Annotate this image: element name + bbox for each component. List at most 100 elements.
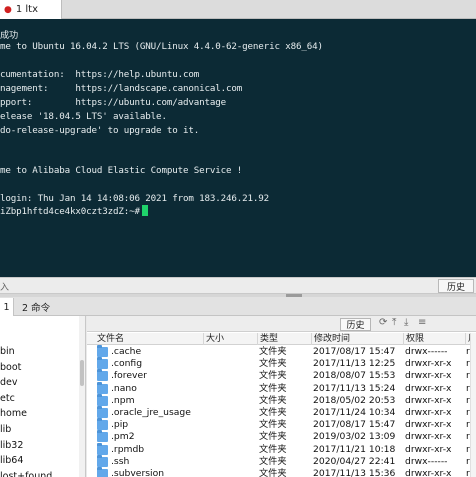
cell-perm: drwxr-xr-x (405, 407, 452, 418)
tab-commands[interactable]: 2 命令 (16, 298, 64, 316)
file-browser: 历史 ⟳ ⤒ ⤓ ≡ 文件名 大小 类型 修改时间 权限 用户 .cache文件… (87, 316, 476, 477)
table-row[interactable]: .nano文件夹2017/11/13 15:24drwxr-xr-xroo (87, 381, 476, 395)
cell-perm: drwxr-xr-x (405, 468, 452, 477)
terminal-line: 成功 (0, 30, 19, 41)
folder-icon (97, 467, 108, 477)
folder-icon (97, 442, 108, 455)
tab-files[interactable]: 1 (0, 298, 14, 316)
cell-name: .rpmdb (111, 443, 145, 455)
cell-perm: drwxr-xr-x (405, 419, 452, 431)
cell-name: .config (111, 358, 143, 370)
folder-icon (97, 369, 108, 382)
cell-type: 文件夹 (259, 358, 287, 370)
more-icon[interactable]: ≡ (418, 317, 426, 328)
cell-perm: drwx------ (405, 455, 448, 467)
tree-item[interactable]: etc (0, 393, 15, 404)
folder-icon (97, 345, 108, 357)
table-row[interactable]: .pm2文件夹2019/03/02 13:09drwxr-xr-xroo (87, 430, 476, 443)
col-mtime[interactable]: 修改时间 (311, 333, 403, 345)
table-row[interactable]: .pip文件夹2017/08/17 15:47drwxr-xr-xroo (87, 418, 476, 431)
tree-item[interactable]: lib32 (0, 440, 23, 451)
cell-mtime: 2019/03/02 13:09 (313, 431, 396, 443)
tree-item[interactable]: lib64 (0, 455, 23, 466)
cell-type: 文件夹 (259, 382, 287, 394)
col-type[interactable]: 类型 (257, 333, 311, 345)
col-perm[interactable]: 权限 (403, 333, 465, 345)
table-row[interactable]: .ssh文件夹2020/04/27 22:41drwx------roo (87, 454, 476, 468)
cell-mtime: 2017/11/13 15:24 (313, 382, 396, 394)
cell-name: .pm2 (111, 431, 135, 443)
folder-icon (97, 418, 108, 431)
cell-perm: drwx------ (405, 346, 448, 357)
cell-name: .nano (111, 382, 137, 394)
table-row[interactable]: .forever文件夹2018/08/07 15:53drwxr-xr-xroo (87, 369, 476, 382)
session-tab[interactable]: ● 1 ltx (0, 0, 62, 19)
cell-size (205, 444, 257, 456)
col-name[interactable]: 文件名 (95, 333, 203, 345)
terminal-cursor (141, 205, 148, 216)
cell-mtime: 2017/11/13 12:25 (313, 358, 396, 370)
refresh-icon[interactable]: ⟳ (379, 317, 387, 328)
cell-perm: drwxr-xr-x (405, 394, 452, 406)
cell-size (205, 468, 257, 477)
file-list: .cache文件夹2017/08/17 15:47drwx------roo.c… (87, 345, 476, 477)
folder-icon (97, 430, 108, 443)
file-list-scrollbar[interactable] (470, 333, 476, 477)
cell-size (205, 346, 257, 358)
terminal-output[interactable]: 成功 me to Ubuntu 16.04.2 LTS (GNU/Linux 4.… (0, 19, 476, 277)
cell-type: 文件夹 (259, 419, 287, 431)
cell-mtime: 2020/04/27 22:41 (313, 455, 396, 467)
cell-name: .ssh (111, 455, 130, 467)
cell-size (205, 456, 257, 468)
cell-mtime: 2017/11/24 10:34 (313, 407, 396, 418)
file-history-button[interactable]: 历史 (340, 318, 371, 331)
cell-name: .pip (111, 419, 129, 431)
terminal-history-button[interactable]: 历史 (438, 279, 474, 293)
table-row[interactable]: .oracle_jre_usage 文件夹 2017/11/24 10:34 drwx… (87, 406, 476, 419)
folder-icon (97, 454, 108, 467)
cell-perm: drwxr-xr-x (405, 358, 452, 370)
table-row[interactable]: .rpmdb文件夹2017/11/21 10:18drwxr-xr-xroo (87, 442, 476, 456)
terminal-line: elease '18.04.5 LTS' available. (0, 111, 167, 122)
tree-scrollbar[interactable] (79, 316, 85, 477)
file-toolbar: 历史 ⟳ ⤒ ⤓ ≡ (87, 316, 476, 332)
tree-item[interactable]: lib (0, 424, 11, 435)
session-tab-bar: ● 1 ltx (0, 0, 476, 19)
cell-mtime: 2017/08/17 15:47 (313, 419, 396, 431)
folder-tree[interactable]: bin boot dev etc home lib lib32 lib64 lost+found… (0, 316, 86, 477)
file-table-header: 文件名 大小 类型 修改时间 权限 用户 (87, 333, 476, 345)
download-icon[interactable]: ⤓ (404, 317, 408, 328)
tree-item[interactable]: lost+found (0, 471, 52, 477)
cell-name: .oracle_jre_usage (111, 407, 191, 418)
col-size[interactable]: 大小 (203, 333, 257, 345)
terminal-line: do-release-upgrade' to upgrade to it. (0, 125, 200, 136)
cell-type: 文件夹 (259, 431, 287, 443)
cell-type: 文件夹 (259, 394, 287, 406)
cell-size (205, 370, 257, 382)
terminal-line: pport: https://ubuntu.com/advantage (0, 97, 227, 108)
table-row[interactable]: .subversion 文件夹 2017/11/13 15:36 drwxr-xr-x… (87, 467, 476, 477)
cell-size (205, 419, 257, 431)
cell-size (205, 358, 257, 370)
terminal-line: me to Alibaba Cloud Elastic Compute Serv… (0, 165, 243, 176)
tree-item[interactable]: home (0, 408, 27, 419)
cell-size (205, 383, 257, 395)
upload-icon[interactable]: ⤒ (392, 317, 396, 328)
cell-type: 文件夹 (259, 443, 287, 455)
tree-scroll-thumb[interactable] (80, 360, 84, 386)
tree-item[interactable]: bin (0, 346, 15, 357)
table-row[interactable]: .cache文件夹2017/08/17 15:47drwx------roo (87, 345, 476, 358)
tree-item[interactable]: boot (0, 362, 21, 373)
cell-name: .forever (111, 370, 147, 382)
lower-tab-bar: 1 2 命令 (0, 297, 476, 316)
tree-item[interactable]: dev (0, 377, 18, 388)
cell-perm: drwxr-xr-x (405, 431, 452, 443)
cell-name: .subversion (111, 468, 165, 477)
cell-mtime: 2018/08/07 15:53 (313, 370, 396, 382)
table-row[interactable]: .config文件夹2017/11/13 12:25drwxr-xr-xroo (87, 357, 476, 370)
table-row[interactable]: .npm文件夹2018/05/02 20:53drwxr-xr-xroo (87, 393, 476, 407)
cell-size (205, 431, 257, 443)
session-status-icon: ● (4, 4, 12, 15)
terminal-input-bar: 入 历史 (0, 277, 476, 294)
cell-type: 文件夹 (259, 370, 287, 382)
